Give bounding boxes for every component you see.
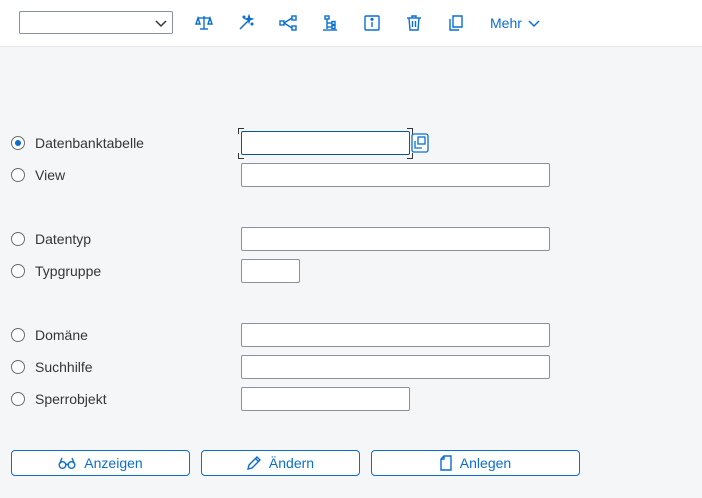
- change-button[interactable]: Ändern: [201, 450, 360, 476]
- label-datentyp: Datentyp: [35, 231, 92, 247]
- compare-icon[interactable]: [193, 12, 215, 34]
- domaene-input[interactable]: [241, 323, 550, 347]
- label-sperrobjekt: Sperrobjekt: [35, 391, 107, 407]
- radio-sperrobjekt[interactable]: [11, 392, 25, 406]
- label-view: View: [35, 167, 66, 183]
- where-used-icon[interactable]: [319, 12, 341, 34]
- more-label: Mehr: [490, 15, 522, 31]
- label-domaene: Domäne: [35, 327, 88, 343]
- sperrobjekt-input[interactable]: [241, 387, 410, 411]
- radio-view[interactable]: [11, 168, 25, 182]
- toolbar: Mehr: [0, 0, 702, 47]
- datenbanktabelle-input[interactable]: [241, 131, 410, 155]
- command-field[interactable]: [19, 11, 173, 34]
- copy-icon[interactable]: [445, 12, 467, 34]
- radio-typgruppe[interactable]: [11, 264, 25, 278]
- create-button[interactable]: Anlegen: [371, 450, 580, 476]
- radio-datenbanktabelle[interactable]: [11, 136, 25, 150]
- more-menu-button[interactable]: Mehr: [490, 14, 540, 32]
- change-label: Ändern: [268, 455, 315, 471]
- radio-suchhilfe[interactable]: [11, 360, 25, 374]
- create-label: Anlegen: [459, 455, 512, 471]
- hierarchy-icon[interactable]: [277, 12, 299, 34]
- view-input[interactable]: [241, 163, 550, 187]
- chevron-down-icon: [528, 20, 540, 28]
- radio-domaene[interactable]: [11, 328, 25, 342]
- glasses-icon: [58, 457, 76, 469]
- focus-corner: [238, 153, 244, 159]
- pencil-icon: [246, 456, 261, 470]
- datentyp-input[interactable]: [241, 227, 550, 251]
- display-label: Anzeigen: [84, 455, 143, 471]
- chevron-down-icon[interactable]: [154, 16, 168, 30]
- delete-icon[interactable]: [403, 12, 425, 34]
- info-icon[interactable]: [361, 12, 383, 34]
- focus-corner: [238, 128, 244, 134]
- value-help-icon[interactable]: [410, 131, 430, 155]
- typgruppe-input[interactable]: [241, 259, 300, 283]
- suchhilfe-input[interactable]: [241, 355, 550, 379]
- label-suchhilfe: Suchhilfe: [35, 359, 93, 375]
- magic-wand-icon[interactable]: [235, 12, 257, 34]
- document-icon: [440, 455, 452, 471]
- label-typgruppe: Typgruppe: [35, 263, 102, 279]
- label-datenbanktabelle: Datenbanktabelle: [35, 135, 144, 151]
- display-button[interactable]: Anzeigen: [11, 450, 190, 476]
- radio-datentyp[interactable]: [11, 232, 25, 246]
